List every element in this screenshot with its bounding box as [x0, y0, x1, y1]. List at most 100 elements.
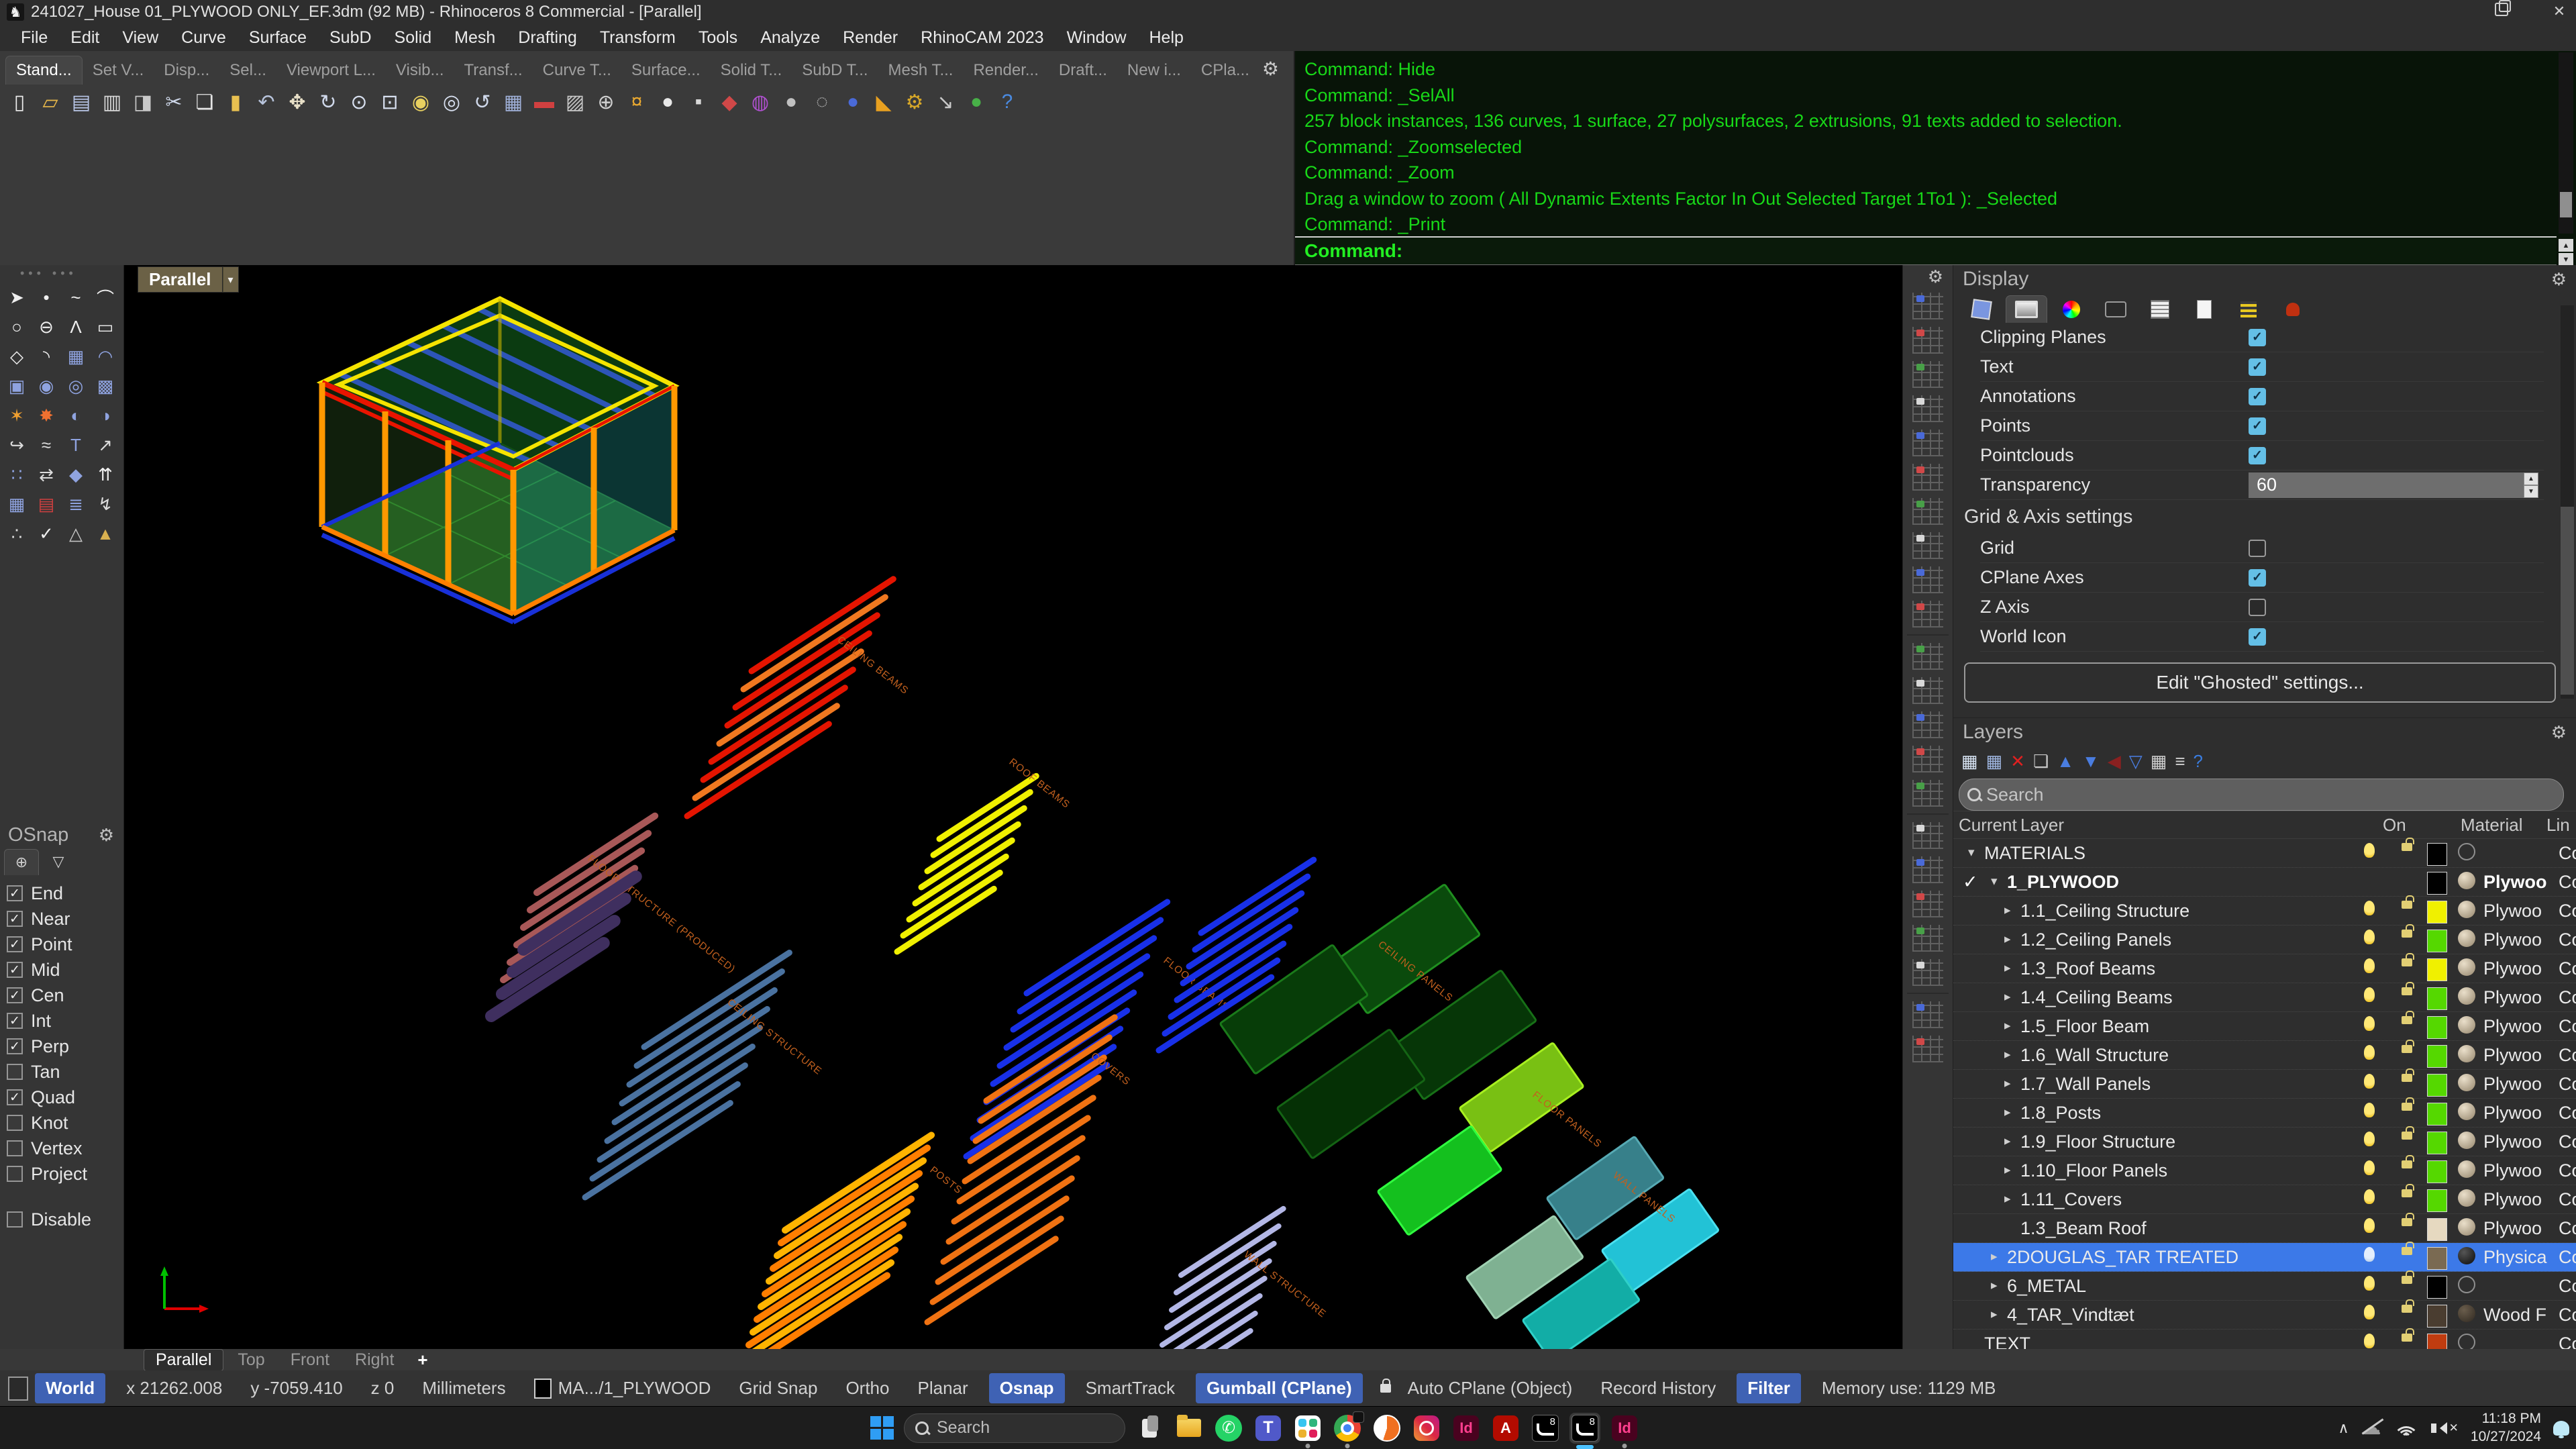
rebuild-icon[interactable]: ≈	[32, 430, 61, 460]
print-icon[interactable]: ▥	[97, 86, 127, 118]
layer-lock-icon[interactable]	[2402, 1016, 2412, 1024]
record-history-toggle[interactable]: Record History	[1600, 1378, 1716, 1399]
checkbox-vertex[interactable]	[7, 1140, 23, 1156]
tray-chevron-icon[interactable]: ∧	[2338, 1419, 2349, 1437]
toolbar-tab-3[interactable]: Sel...	[219, 56, 276, 85]
cplane-save-icon[interactable]	[1912, 711, 1943, 738]
expand-arrow-icon[interactable]: ▸	[2004, 903, 2011, 918]
zoom-window-icon[interactable]: ⊡	[374, 86, 405, 118]
hide-icon[interactable]: ●	[652, 86, 683, 118]
toolbar-tab-8[interactable]: Surface...	[621, 56, 711, 85]
mirror-icon[interactable]: ⇄	[32, 460, 61, 489]
viewport-canvas[interactable]: CEILING BEAMSROOF BEAMSFLOOR STRUCTURE (…	[124, 265, 1902, 1349]
expand-arrow-icon[interactable]: ▸	[2004, 1162, 2011, 1178]
new-layer-icon[interactable]: ▦	[1961, 751, 1978, 772]
viewport[interactable]: Parallel ▾	[124, 265, 1902, 1349]
ellipse-icon[interactable]: ⊖	[32, 312, 61, 342]
flag-icon[interactable]: ◣	[868, 86, 899, 118]
layer-color-swatch[interactable]	[2427, 1276, 2447, 1299]
expand-arrow-icon[interactable]: ▸	[2004, 1018, 2011, 1034]
filter-toggle[interactable]: Filter	[1737, 1373, 1801, 1403]
toolbar-tab-5[interactable]: Visib...	[386, 56, 454, 85]
layer-row-1-4-ceiling-beams[interactable]: ▸1.4_Ceiling BeamsPlywooCo	[1953, 983, 2576, 1012]
toolbar-tab-2[interactable]: Disp...	[154, 56, 219, 85]
polygon-icon[interactable]: ◇	[2, 342, 32, 371]
layer-visibility-bulb-icon[interactable]	[2364, 958, 2375, 973]
layer-color-swatch[interactable]	[2427, 843, 2447, 866]
layer-lock-icon[interactable]	[2402, 1218, 2412, 1226]
indesign2-icon[interactable]: Id	[1609, 1413, 1640, 1444]
menu-tools[interactable]: Tools	[687, 26, 749, 50]
layer-visibility-bulb-icon[interactable]	[2364, 1074, 2375, 1089]
checkbox-quad[interactable]: ✓	[7, 1089, 23, 1105]
color-wheel-tab[interactable]	[2051, 296, 2092, 323]
layer-material-sphere-icon[interactable]	[2458, 1189, 2475, 1207]
transparency-input[interactable]: 60 ▲▼	[2249, 472, 2538, 498]
cplane-toolbar-gear-icon[interactable]: ⚙	[1928, 266, 1943, 287]
move-down-icon[interactable]: ▼	[2082, 751, 2100, 772]
lock-icon[interactable]: ▪	[683, 86, 714, 118]
menu-view[interactable]: View	[111, 26, 170, 50]
layer-visibility-bulb-icon[interactable]	[2364, 930, 2375, 944]
toolbar-tab-6[interactable]: Transf...	[454, 56, 533, 85]
menu-rhinocam-2023[interactable]: RhinoCAM 2023	[909, 26, 1055, 50]
osnap-int[interactable]: ✓Int	[0, 1008, 122, 1034]
coord-y[interactable]: y -7059.410	[250, 1378, 342, 1399]
checkbox-perp[interactable]: ✓	[7, 1038, 23, 1054]
earth-icon[interactable]: ●	[961, 86, 992, 118]
layer-visibility-bulb-icon[interactable]	[2364, 1045, 2375, 1060]
render-sphere-icon[interactable]: ●	[837, 86, 868, 118]
menu-solid[interactable]: Solid	[383, 26, 444, 50]
solid-icon[interactable]: ◆	[61, 460, 91, 489]
osnap-point[interactable]: ✓Point	[0, 932, 122, 957]
rotate-view-icon[interactable]: ↻	[313, 86, 344, 118]
alerts-tab[interactable]	[2273, 296, 2313, 323]
gumball-icon[interactable]: ⊕	[590, 86, 621, 118]
layer-material-sphere-icon[interactable]	[2458, 1276, 2475, 1293]
units[interactable]: Millimeters	[422, 1378, 505, 1399]
menu-curve[interactable]: Curve	[170, 26, 238, 50]
blend-icon[interactable]: ↪	[2, 430, 32, 460]
extrude-icon[interactable]: ⇈	[91, 460, 120, 489]
toolbar-tab-4[interactable]: Viewport L...	[276, 56, 386, 85]
blast-icon[interactable]: ✸	[32, 401, 61, 430]
menu-transform[interactable]: Transform	[588, 26, 687, 50]
expand-arrow-icon[interactable]: ▸	[1991, 1307, 1998, 1322]
display-tab[interactable]	[2006, 295, 2047, 323]
acrobat-icon[interactable]: A	[1490, 1413, 1521, 1444]
layer-lock-icon[interactable]	[2402, 1045, 2412, 1053]
ceiling-beams[interactable]: CEILING BEAMS	[687, 579, 911, 816]
new-sublayer-icon[interactable]: ▦	[1986, 751, 2003, 772]
layer-color-swatch[interactable]	[2427, 872, 2447, 895]
new-viewport-tab-button[interactable]: +	[417, 1350, 427, 1370]
cplane-world-icon[interactable]	[1912, 293, 1943, 319]
checkbox-knot[interactable]	[7, 1115, 23, 1131]
page-tab[interactable]	[2184, 296, 2224, 323]
instagram-icon[interactable]	[1411, 1413, 1442, 1444]
smarttrack-toggle[interactable]: SmartTrack	[1086, 1378, 1175, 1399]
osnap-vertex[interactable]: Vertex	[0, 1136, 122, 1161]
gumball-toggle[interactable]: Gumball (CPlane)	[1196, 1373, 1363, 1403]
copy-icon[interactable]: ❏	[189, 86, 220, 118]
layer-row-1-7-wall-panels[interactable]: ▸1.7_Wall PanelsPlywooCo	[1953, 1070, 2576, 1099]
layer-row-materials[interactable]: ▾MATERIALSCo	[1953, 839, 2576, 868]
toolbar-tab-12[interactable]: Render...	[963, 56, 1048, 85]
torus-icon[interactable]: ◎	[61, 371, 91, 401]
layer-visibility-bulb-icon[interactable]	[2364, 1160, 2375, 1175]
toolbar-tab-9[interactable]: Solid T...	[711, 56, 792, 85]
cplane-gumball-icon[interactable]	[1912, 1036, 1943, 1062]
layer-visibility-bulb-icon[interactable]	[2364, 1276, 2375, 1291]
layer-color-swatch[interactable]	[2427, 987, 2447, 1010]
layer-visibility-bulb-icon[interactable]	[2364, 1305, 2375, 1319]
layer-row-1-8-posts[interactable]: ▸1.8_PostsPlywooCo	[1953, 1099, 2576, 1128]
command-scrollbar[interactable]	[2559, 52, 2573, 234]
viewport-label-dropdown-icon[interactable]: ▾	[223, 266, 239, 293]
cplane-world-button[interactable]: World	[35, 1373, 105, 1403]
filter-tab[interactable]: ▽	[42, 849, 75, 875]
menu-window[interactable]: Window	[1055, 26, 1138, 50]
checkbox-cplane-axes[interactable]: ✓	[2249, 569, 2266, 587]
checkbox-z-axis[interactable]	[2249, 599, 2266, 616]
zoom-icon[interactable]: ⊙	[344, 86, 374, 118]
layer-lock-icon[interactable]	[2402, 987, 2412, 995]
expand-arrow-icon[interactable]: ▸	[1991, 1278, 1998, 1293]
